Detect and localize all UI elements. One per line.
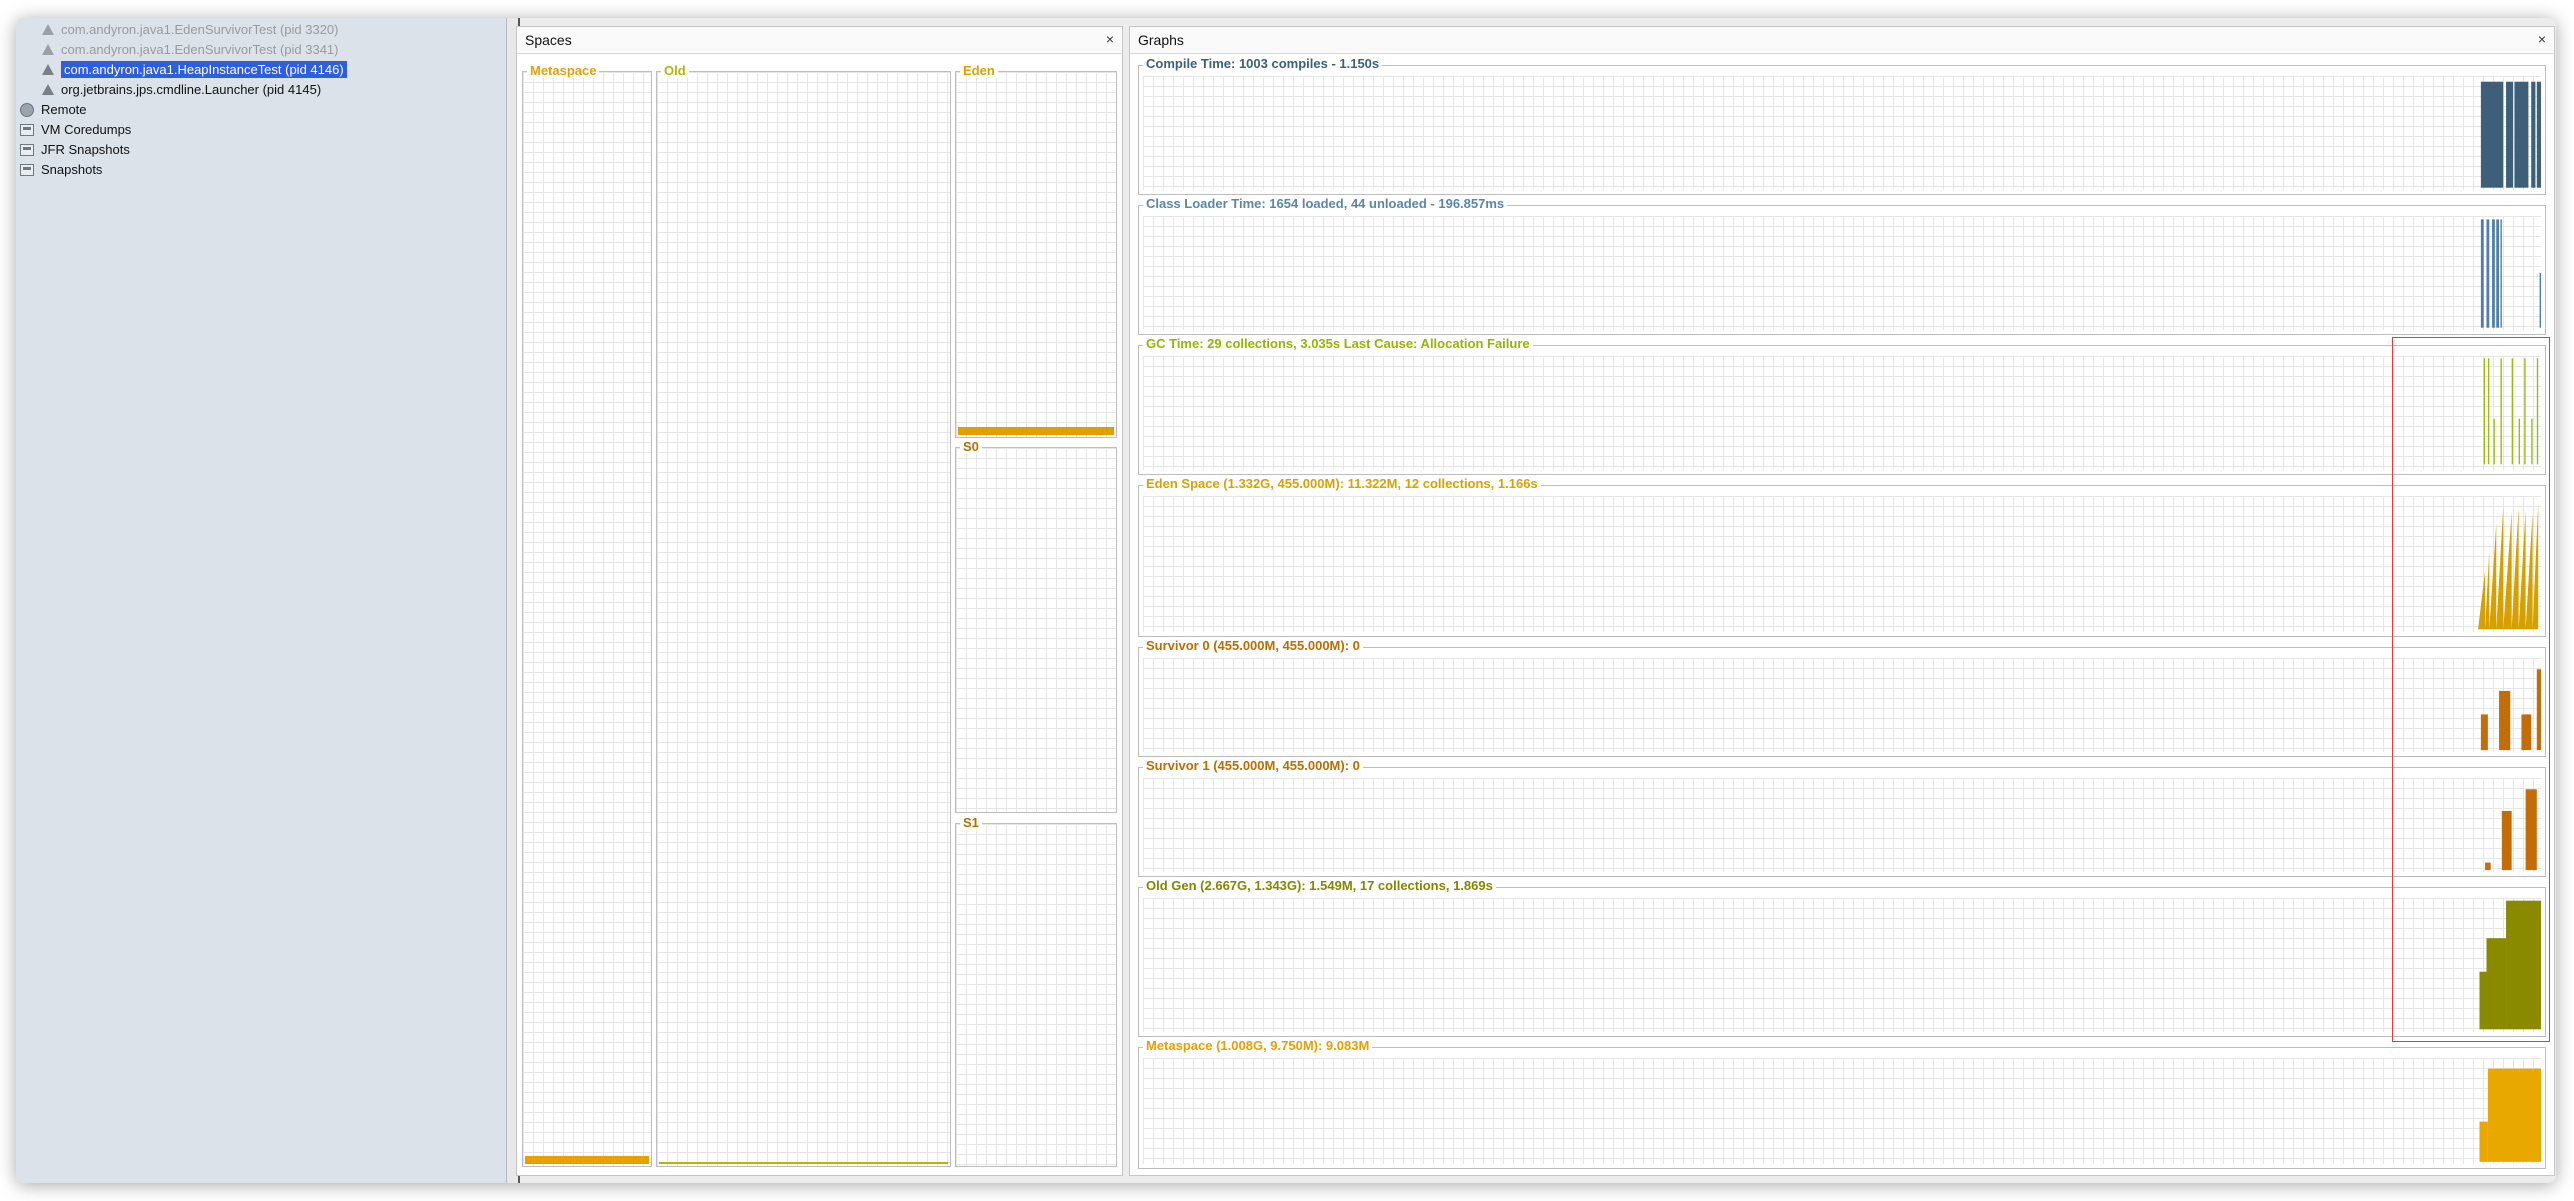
tree-item-jfr-snapshots[interactable]: JFR Snapshots (20, 140, 130, 159)
s1-space: S1 (955, 815, 1117, 1167)
eden-space-chart-plot (1143, 496, 2541, 632)
class-loader-time-chart-bar-0 (2480, 219, 2484, 328)
old-gen-chart-label: Old Gen (2.667G, 1.343G): 1.549M, 17 col… (1143, 878, 1496, 893)
class-loader-time-chart-bar-3 (2496, 219, 2500, 328)
close-icon[interactable]: × (2538, 31, 2546, 47)
old-usage-bar (659, 1162, 948, 1164)
class-loader-time-chart: Class Loader Time: 1654 loaded, 44 unloa… (1138, 196, 2546, 335)
survivor-0-chart-svg (2480, 669, 2541, 751)
tree-item-label: Snapshots (41, 162, 103, 177)
metaspace-chart-plot (1143, 1058, 2541, 1164)
process-icon (40, 22, 56, 38)
tree-item-process-4146[interactable]: com.andyron.java1.HeapInstanceTest (pid … (40, 60, 347, 79)
eden-space: Eden (955, 63, 1117, 438)
gc-time-chart: GC Time: 29 collections, 3.035s Last Cau… (1138, 336, 2546, 475)
compile-time-chart-bar-3 (2531, 81, 2536, 188)
eden-space-chart-label: Eden Space (1.332G, 455.000M): 11.322M, … (1143, 476, 1541, 491)
tree-item-label: VM Coredumps (41, 122, 132, 137)
tree-item-label-selected: com.andyron.java1.HeapInstanceTest (pid … (61, 61, 347, 78)
jfr-icon (20, 142, 36, 158)
spaces-panel: Spaces × Metaspace Old Eden S0 S1 (516, 26, 1123, 1176)
compile-time-chart-bar-0 (2480, 81, 2504, 188)
eden-space-chart: Eden Space (1.332G, 455.000M): 11.322M, … (1138, 476, 2546, 637)
compile-time-chart-bar-2 (2514, 81, 2529, 188)
class-loader-time-chart-label: Class Loader Time: 1654 loaded, 44 unloa… (1143, 196, 1508, 211)
old-gen-chart-svg (2479, 900, 2541, 1030)
gc-time-chart-label: GC Time: 29 collections, 3.035s Last Cau… (1143, 336, 1533, 351)
old-space: Old (656, 63, 951, 1167)
old-gen-chart: Old Gen (2.667G, 1.343G): 1.549M, 17 col… (1138, 878, 2546, 1037)
tree-item-remote[interactable]: Remote (20, 100, 87, 119)
survivor-0-chart-label: Survivor 0 (455.000M, 455.000M): 0 (1143, 638, 1363, 653)
graphs-panel-title: Graphs (1138, 32, 1184, 48)
tree-item-process-3341[interactable]: com.andyron.java1.EdenSurvivorTest (pid … (40, 40, 338, 59)
compile-time-chart: Compile Time: 1003 compiles - 1.150s (1138, 56, 2546, 195)
tree-item-label: Remote (41, 102, 87, 117)
metaspace-space-label: Metaspace (527, 63, 600, 78)
survivor-1-chart-svg (2485, 789, 2537, 871)
tree-item-label: JFR Snapshots (41, 142, 130, 157)
graphs-panel: Graphs × Compile Time: 1003 compiles - 1… (1129, 26, 2555, 1176)
gc-highlight-annotation (2392, 337, 2550, 1042)
metaspace-space: Metaspace (522, 63, 652, 1167)
spaces-panel-title: Spaces (525, 32, 572, 48)
compile-time-chart-label: Compile Time: 1003 compiles - 1.150s (1143, 56, 1383, 71)
metaspace-usage-bar (525, 1156, 649, 1164)
coredump-icon (20, 122, 36, 138)
compile-time-chart-bar-1 (2506, 81, 2514, 188)
s1-space-label: S1 (960, 815, 982, 830)
survivor-0-chart: Survivor 0 (455.000M, 455.000M): 0 (1138, 638, 2546, 757)
tree-item-label: com.andyron.java1.EdenSurvivorTest (pid … (61, 22, 339, 37)
tree-item-vm-coredumps[interactable]: VM Coredumps (20, 120, 131, 139)
metaspace-chart-bar-0 (2479, 1121, 2488, 1162)
eden-space-label: Eden (960, 63, 998, 78)
snapshot-icon (20, 162, 36, 178)
tree-item-snapshots[interactable]: Snapshots (20, 160, 102, 179)
s0-space: S0 (955, 439, 1117, 813)
metaspace-chart-svg (2479, 1068, 2541, 1162)
old-space-label: Old (661, 63, 689, 78)
gc-time-chart-svg (2483, 358, 2539, 465)
close-icon[interactable]: × (1106, 31, 1114, 47)
survivor-1-chart-label: Survivor 1 (455.000M, 455.000M): 0 (1143, 758, 1363, 773)
metaspace-chart-label: Metaspace (1.008G, 9.750M): 9.083M (1143, 1038, 1373, 1053)
class-loader-time-chart-bar-5 (2539, 273, 2541, 328)
graphs-panel-header: Graphs × (1130, 27, 2554, 54)
old-gen-chart-plot (1143, 898, 2541, 1032)
tree-item-process-3320[interactable]: com.andyron.java1.EdenSurvivorTest (pid … (40, 20, 338, 39)
class-loader-time-chart-bar-1 (2486, 219, 2490, 328)
gc-time-chart-plot (1143, 356, 2541, 470)
survivor-1-chart-plot (1143, 778, 2541, 872)
metaspace-chart: Metaspace (1.008G, 9.750M): 9.083M (1138, 1038, 2546, 1169)
class-loader-time-chart-bar-2 (2492, 219, 2495, 328)
globe-icon (20, 102, 36, 118)
compile-time-chart-plot (1143, 76, 2541, 190)
tree-item-label: org.jetbrains.jps.cmdline.Launcher (pid … (61, 82, 322, 97)
visualgc-window: com.andyron.java1.EdenSurvivorTest (pid … (16, 18, 2556, 1183)
process-icon (40, 42, 56, 58)
class-loader-time-chart-bar-4 (2500, 219, 2502, 328)
class-loader-time-chart-plot (1143, 216, 2541, 330)
compile-time-chart-bar-4 (2536, 81, 2541, 188)
survivor-0-chart-plot (1143, 658, 2541, 752)
tree-item-process-4145[interactable]: org.jetbrains.jps.cmdline.Launcher (pid … (40, 80, 321, 99)
s0-space-label: S0 (960, 439, 982, 454)
eden-space-chart-svg (2478, 502, 2539, 630)
process-icon (40, 82, 56, 98)
compile-time-chart-svg (2480, 81, 2541, 188)
applications-sidebar: com.andyron.java1.EdenSurvivorTest (pid … (16, 18, 506, 1183)
eden-usage-bar (958, 427, 1114, 435)
class-loader-time-chart-svg (2480, 219, 2541, 328)
survivor-1-chart: Survivor 1 (455.000M, 455.000M): 0 (1138, 758, 2546, 877)
metaspace-chart-bar-1 (2487, 1068, 2541, 1162)
process-icon (40, 62, 56, 78)
tree-item-label: com.andyron.java1.EdenSurvivorTest (pid … (61, 42, 339, 57)
spaces-panel-header: Spaces × (517, 27, 1122, 54)
